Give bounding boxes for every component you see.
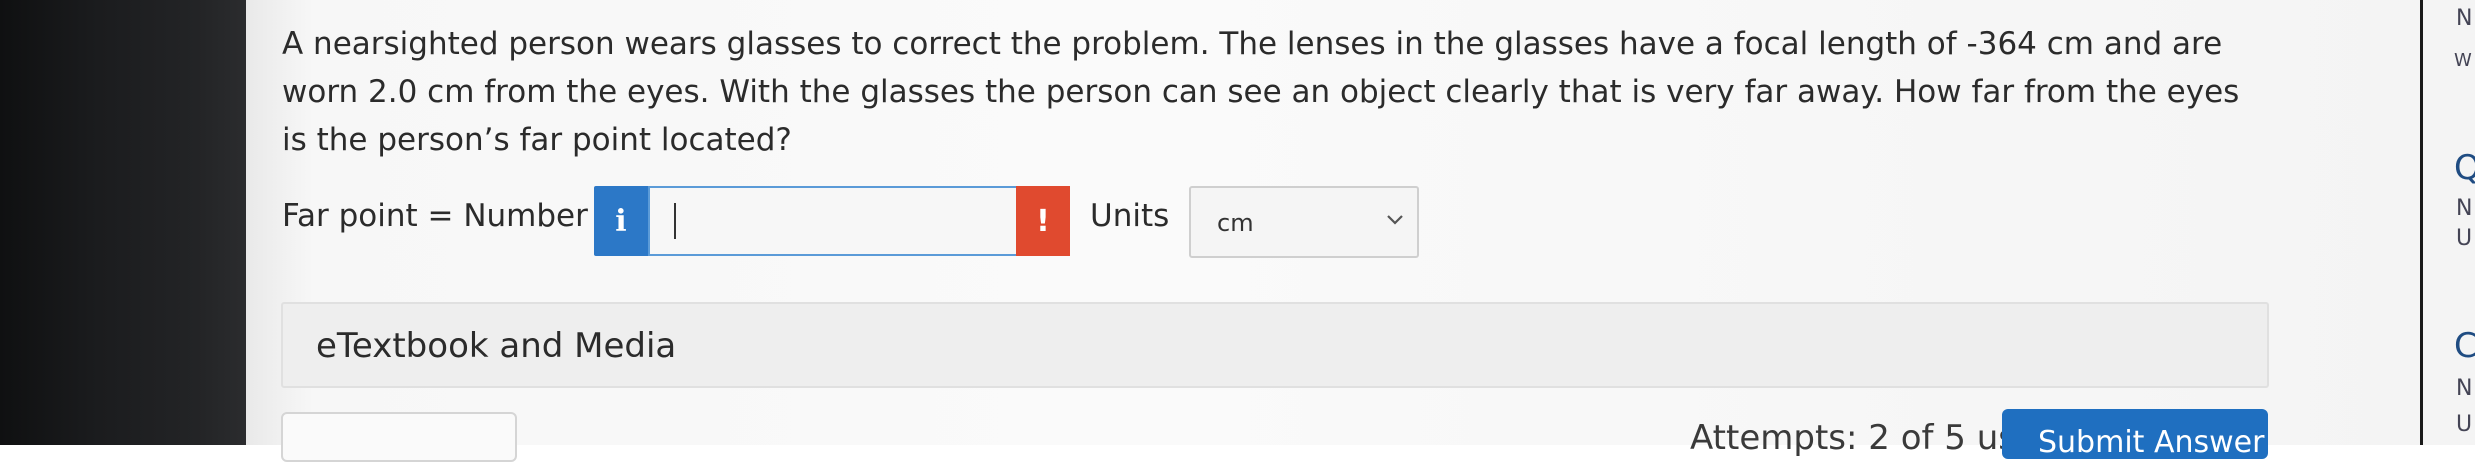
secondary-button[interactable] (281, 412, 517, 462)
sidebar-letter: N (2456, 196, 2473, 221)
screen-bezel (0, 0, 246, 445)
far-point-label: Far point = Number (282, 198, 588, 234)
etextbook-label: eTextbook and Media (316, 326, 677, 366)
sidebar-panel: N W Q N U C N U (2436, 0, 2475, 445)
units-select[interactable]: cm (1189, 186, 1419, 258)
sidebar-letter: N (2456, 376, 2473, 401)
etextbook-media-panel[interactable]: eTextbook and Media (281, 302, 2269, 388)
submit-answer-button[interactable]: Submit Answer (2002, 409, 2268, 459)
sidebar-letter[interactable]: C (2454, 326, 2475, 366)
sidebar-divider (2420, 0, 2423, 445)
sidebar-letter: N (2456, 6, 2473, 31)
units-selected-value: cm (1217, 209, 1254, 237)
chevron-down-icon (1387, 215, 1403, 225)
sidebar-letter[interactable]: Q (2454, 148, 2475, 188)
warning-icon[interactable]: ! (1016, 186, 1070, 256)
sidebar-letter: U (2456, 226, 2473, 251)
info-icon[interactable]: i (594, 186, 648, 256)
sidebar-letter: U (2456, 412, 2473, 437)
question-text: A nearsighted person wears glasses to co… (282, 26, 2240, 158)
units-label: Units (1090, 198, 1170, 234)
far-point-input[interactable] (648, 186, 1038, 256)
sidebar-letter: W (2454, 50, 2472, 71)
text-cursor (674, 203, 676, 239)
